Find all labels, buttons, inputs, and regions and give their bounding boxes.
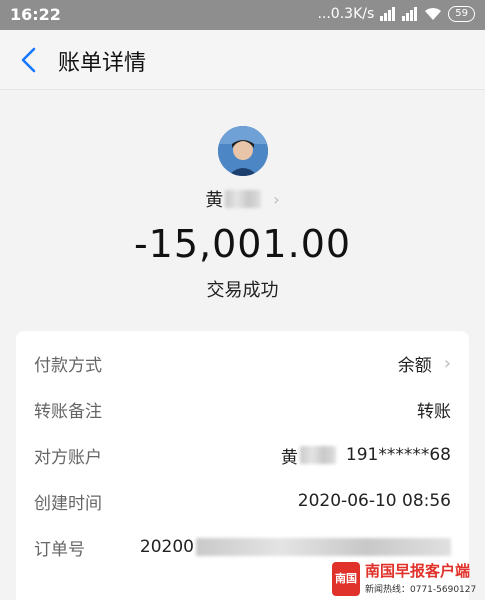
payee-name: 黄 [205,190,224,211]
status-indicators: ...0.3K/s 59 [317,6,475,22]
avatar-image [218,126,268,176]
payment-method-value: 余额 [397,355,432,376]
payee-avatar[interactable] [218,126,268,176]
created-time-row: 创建时间 2020-06-10 08:56 [34,487,451,515]
signal-icon-2 [402,7,418,21]
created-time-label: 创建时间 [34,493,102,514]
order-number-value: 20200 [139,537,194,557]
counterparty-row: 对方账户 黄 191******68 [34,441,451,469]
watermark-name: 南国早报客户端 [365,562,471,580]
newspaper-watermark: 南国 南国早报客户端 新闻热线：0771-5690127 [332,558,485,600]
transfer-note-value: 转账 [417,401,451,422]
network-speed: ...0.3K/s [317,6,375,22]
order-number-row: 订单号 20200 [34,533,451,561]
signal-icon [380,7,396,21]
battery-indicator: 59 [448,6,475,22]
status-time: 16:22 [10,5,61,24]
chevron-right-icon: › [443,352,451,374]
counterparty-name-mask [299,446,336,464]
trade-status: 交易成功 [206,280,279,301]
created-time-value: 2020-06-10 08:56 [297,491,451,511]
payee-name-mask [225,190,262,208]
watermark-phone: 新闻热线：0771-5690127 [365,585,477,595]
transfer-note-row: 转账备注 转账 [34,395,451,423]
payee-name-row[interactable]: 黄 › [0,186,485,212]
order-number-label: 订单号 [34,539,85,560]
page-title: 账单详情 [58,51,147,76]
nav-bar: 账单详情 [0,30,485,90]
counterparty-name: 黄 [280,447,298,468]
transfer-note-label: 转账备注 [34,401,102,422]
counterparty-label: 对方账户 [34,447,102,468]
counterparty-account: 191******68 [345,445,451,465]
back-arrow-icon[interactable] [14,44,44,76]
transaction-amount: -15,001.00 [133,222,352,266]
status-bar: 16:22 ...0.3K/s 59 [0,0,485,30]
chevron-right-icon: › [273,189,280,209]
wifi-icon [425,7,442,20]
watermark-logo: 南国 [332,562,360,596]
order-number-mask [196,538,451,556]
payment-method-label: 付款方式 [34,355,102,376]
payment-method-row[interactable]: 付款方式 余额 › [34,349,451,377]
